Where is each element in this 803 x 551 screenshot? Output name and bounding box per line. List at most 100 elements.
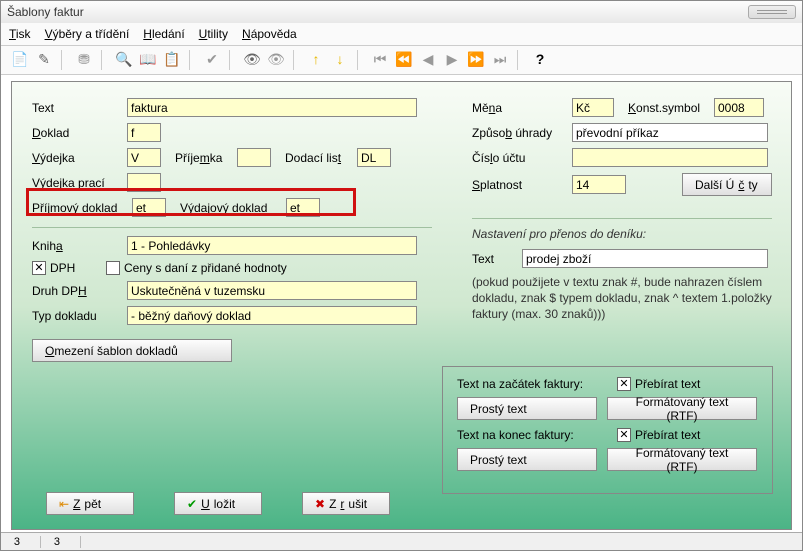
prosty-zacatek-button[interactable]: Prostý text: [457, 397, 597, 420]
splatnost-input[interactable]: [572, 175, 626, 194]
tb-sep: [517, 50, 523, 70]
typ-label: Typ dokladu: [32, 309, 127, 323]
tb-next-icon[interactable]: ▶: [443, 51, 461, 69]
prijemka-input[interactable]: [237, 148, 271, 167]
denik-text-input[interactable]: [522, 249, 768, 268]
dph-checkbox[interactable]: [32, 261, 46, 275]
window-grip[interactable]: [748, 5, 796, 19]
text-input[interactable]: [127, 98, 417, 117]
bottom-buttons: ⇤ Zpět ✔ Uložit ✖ Zrušit: [46, 492, 390, 515]
tb-check-icon[interactable]: ✔: [203, 51, 221, 69]
cislo-label: Číslo účtu: [472, 151, 572, 165]
prosty-konec-button[interactable]: Prostý text: [457, 448, 597, 471]
tb-doc-icon[interactable]: 📋: [163, 51, 181, 69]
ceny-checkbox[interactable]: [106, 261, 120, 275]
content-panel: Text Doklad Výdejka Příjemka Dodací list…: [11, 81, 792, 530]
ks-input[interactable]: [714, 98, 764, 117]
ks-label: Konst.symbol: [628, 101, 714, 115]
druh-label: Druh DPH: [32, 284, 127, 298]
menu-vybery[interactable]: Výběry a třídění: [45, 27, 130, 41]
mena-label: Měna: [472, 101, 522, 115]
prijmovy-input[interactable]: [132, 198, 166, 217]
vydajovy-label: Výdajový doklad: [180, 201, 286, 215]
tb-sep: [61, 50, 67, 70]
text-konec-label: Text na konec faktury:: [457, 428, 617, 442]
status-cell-a: 3: [1, 536, 41, 548]
tb-first-icon[interactable]: ⏮: [371, 51, 389, 69]
menu-hledani[interactable]: Hledání: [143, 27, 184, 41]
denik-text-label: Text: [472, 252, 522, 266]
tb-binoc-icon[interactable]: 👁: [243, 51, 261, 69]
titlebar: Šablony faktur: [1, 1, 802, 23]
tb-nextpg-icon[interactable]: ⏩: [467, 51, 485, 69]
ulozit-button[interactable]: ✔ Uložit: [174, 492, 262, 515]
left-column: Text Doklad Výdejka Příjemka Dodací list…: [32, 98, 432, 368]
tb-sep: [357, 50, 363, 70]
cislo-input[interactable]: [572, 148, 768, 167]
tb-sep: [229, 50, 235, 70]
dph-label: DPH: [50, 261, 76, 275]
ceny-label: Ceny s daní z přidané hodnoty: [124, 261, 287, 275]
splatnost-label: Splatnost: [472, 178, 572, 192]
druh-input[interactable]: [127, 281, 417, 300]
tb-prev-icon[interactable]: ◀: [419, 51, 437, 69]
kniha-input[interactable]: [127, 236, 417, 255]
vydajovy-input[interactable]: [286, 198, 320, 217]
menu-utility[interactable]: Utility: [199, 27, 228, 41]
tb-prevpg-icon[interactable]: ⏪: [395, 51, 413, 69]
divider: [472, 218, 772, 219]
dodaci-label: Dodací list: [285, 151, 357, 165]
tb-down-icon[interactable]: ↓: [331, 51, 349, 69]
status-cell-b: 3: [41, 536, 81, 548]
prijemka-label: Příjemka: [175, 151, 237, 165]
menu-napoveda[interactable]: Nápověda: [242, 27, 297, 41]
rtf-konec-button[interactable]: Formátovaný text (RTF): [607, 448, 757, 471]
nastaveni-heading: Nastavení pro přenos do deníku:: [472, 227, 772, 241]
vydejka-input[interactable]: [127, 148, 161, 167]
title-text: Šablony faktur: [7, 5, 84, 19]
tb-filter-icon[interactable]: ⛃: [75, 51, 93, 69]
zpet-button[interactable]: ⇤ Zpět: [46, 492, 134, 515]
tb-sep: [189, 50, 195, 70]
tb-binoc2-icon[interactable]: 👁: [267, 51, 285, 69]
text-options-group: Text na začátek faktury: Přebírat text P…: [442, 366, 773, 494]
tb-book-icon[interactable]: 📖: [139, 51, 157, 69]
text-zacatek-label: Text na začátek faktury:: [457, 377, 617, 391]
vydejka-label: Výdejka: [32, 151, 127, 165]
menubar: Tisk Výběry a třídění Hledání Utility Ná…: [1, 23, 802, 45]
typ-input[interactable]: [127, 306, 417, 325]
hint-text: (pokud použijete v textu znak #, bude na…: [472, 274, 772, 323]
dalsi-ucty-button[interactable]: Další Účty: [682, 173, 772, 196]
doklad-input[interactable]: [127, 123, 161, 142]
right-column: Měna Konst.symbol Způsob úhrady Číslo úč…: [472, 98, 772, 323]
prebirat-konec-checkbox[interactable]: [617, 428, 631, 442]
tb-search-icon[interactable]: 🔍: [115, 51, 133, 69]
zrusit-button[interactable]: ✖ Zrušit: [302, 492, 390, 515]
tb-last-icon[interactable]: ⏭: [491, 51, 509, 69]
vydejka-praci-input[interactable]: [127, 173, 161, 192]
dodaci-input[interactable]: [357, 148, 391, 167]
kniha-label: Kniha: [32, 239, 127, 253]
tb-sep: [293, 50, 299, 70]
tb-up-icon[interactable]: ↑: [307, 51, 325, 69]
toolbar: 📄 ✎ ⛃ 🔍 📖 📋 ✔ 👁 👁 ↑ ↓ ⏮ ⏪ ◀ ▶ ⏩ ⏭ ?: [1, 45, 802, 75]
menu-tisk[interactable]: Tisk: [9, 27, 31, 41]
zpusob-label: Způsob úhrady: [472, 126, 572, 140]
prebirat-zacatek-label: Přebírat text: [635, 377, 700, 391]
prebirat-zacatek-checkbox[interactable]: [617, 377, 631, 391]
prebirat-konec-label: Přebírat text: [635, 428, 700, 442]
tb-sep: [101, 50, 107, 70]
omezeni-button[interactable]: Omezení šablon dokladů: [32, 339, 232, 362]
rtf-zacatek-button[interactable]: Formátovaný text (RTF): [607, 397, 757, 420]
tb-new-icon[interactable]: 📄: [11, 51, 29, 69]
mena-input[interactable]: [572, 98, 614, 117]
doklad-label: Doklad: [32, 126, 127, 140]
vydejka-praci-label: Výdejka prací: [32, 176, 127, 190]
tb-help-icon[interactable]: ?: [531, 51, 549, 69]
tb-edit-icon[interactable]: ✎: [35, 51, 53, 69]
status-bar: 3 3: [1, 532, 802, 550]
divider: [32, 227, 432, 228]
prijmovy-label: Příjmový doklad: [32, 201, 132, 215]
window: Šablony faktur Tisk Výběry a třídění Hle…: [0, 0, 803, 551]
zpusob-input[interactable]: [572, 123, 768, 142]
